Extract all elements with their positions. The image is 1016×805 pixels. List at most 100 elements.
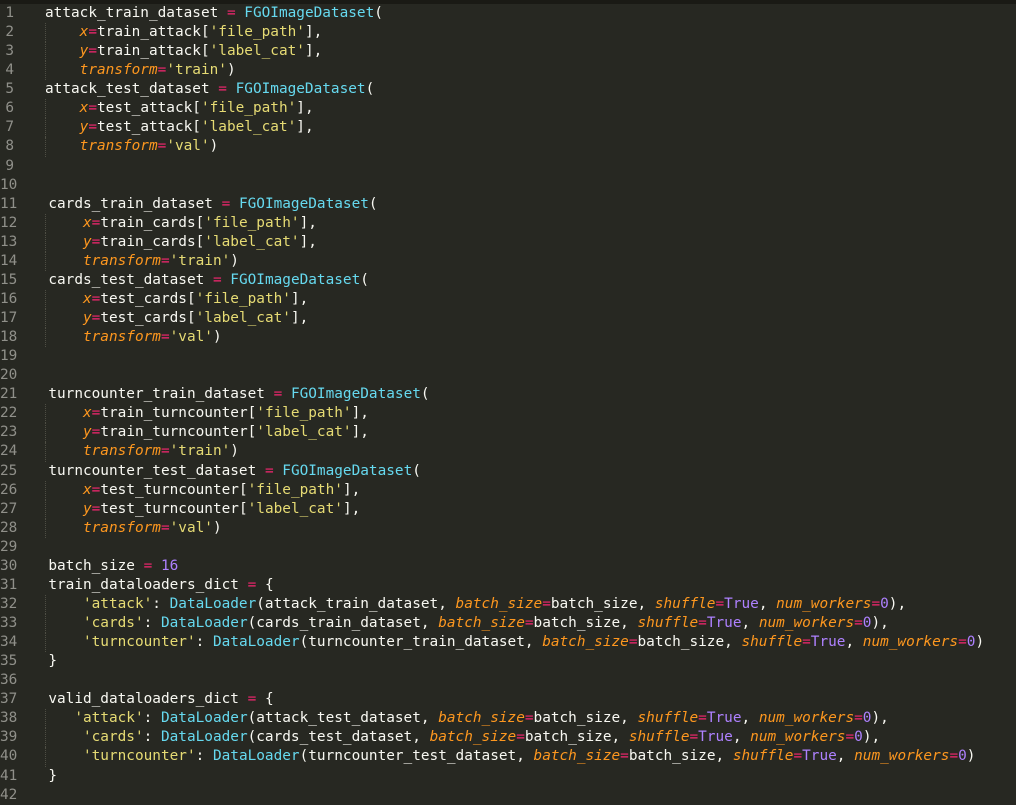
- code-line[interactable]: 24 transform='train'): [0, 442, 1016, 462]
- line-number[interactable]: 26: [0, 481, 17, 500]
- line-number[interactable]: 17: [0, 309, 17, 328]
- line-number[interactable]: 41: [0, 767, 17, 786]
- line-number[interactable]: 4: [0, 61, 14, 80]
- code-line[interactable]: 6 x=test_attack['file_path'],: [0, 99, 1016, 119]
- line-number[interactable]: 8: [0, 137, 14, 156]
- line-number[interactable]: 29: [0, 538, 17, 557]
- line-number[interactable]: 36: [0, 671, 17, 690]
- code-line[interactable]: 16 x=test_cards['file_path'],: [0, 289, 1016, 310]
- line-number[interactable]: 34: [0, 633, 17, 652]
- line-number[interactable]: 9: [0, 157, 14, 176]
- code-line[interactable]: 36: [0, 671, 1016, 690]
- code-line[interactable]: 25 turncounter_test_dataset = FGOImageDat…: [0, 462, 1016, 481]
- code-lines[interactable]: 1 attack_train_dataset = FGOImageDataset(…: [0, 4, 1016, 805]
- line-number[interactable]: 35: [0, 652, 17, 671]
- line-number[interactable]: 25: [0, 462, 17, 481]
- code-text: x=train_attack['file_path'],: [45, 23, 323, 42]
- code-line[interactable]: 2 x=train_attack['file_path'],: [0, 23, 1016, 43]
- code-line[interactable]: 37 valid_dataloaders_dict = {: [0, 690, 1016, 709]
- code-line[interactable]: 42: [0, 786, 1016, 805]
- code-line[interactable]: 19: [0, 347, 1016, 366]
- line-number[interactable]: 20: [0, 366, 17, 385]
- code-line[interactable]: 11 cards_train_dataset = FGOImageDataset(: [0, 195, 1016, 214]
- line-number[interactable]: 33: [0, 614, 17, 633]
- code-line[interactable]: 41}: [0, 767, 1016, 786]
- line-number[interactable]: 2: [0, 23, 14, 42]
- line-number[interactable]: 42: [0, 786, 17, 805]
- code-line[interactable]: 29: [0, 538, 1016, 557]
- line-number[interactable]: 5: [0, 80, 14, 99]
- line-number[interactable]: 19: [0, 347, 17, 366]
- line-number[interactable]: 14: [0, 252, 17, 271]
- code-line[interactable]: 28 transform='val'): [0, 518, 1016, 538]
- line-number[interactable]: 28: [0, 519, 17, 538]
- code-token: =: [88, 24, 97, 41]
- code-token: =: [516, 729, 525, 746]
- line-number[interactable]: 15: [0, 271, 17, 290]
- code-token: True: [802, 748, 837, 765]
- line-number[interactable]: 24: [0, 442, 17, 461]
- code-line[interactable]: 33 'cards': DataLoader(cards_train_datas…: [0, 614, 1016, 634]
- code-line[interactable]: 9: [0, 157, 1016, 176]
- code-line[interactable]: 22 x=train_turncounter['file_path'],: [0, 404, 1016, 424]
- line-number[interactable]: 7: [0, 118, 14, 137]
- code-token: DataLoader: [160, 615, 248, 631]
- code-line[interactable]: 10: [0, 176, 1016, 195]
- code-line[interactable]: 38 'attack': DataLoader(attack_test_data…: [0, 709, 1016, 729]
- code-token: shuffle: [628, 729, 690, 746]
- code-line[interactable]: 12 x=train_cards['file_path'],: [0, 213, 1016, 233]
- line-number[interactable]: 31: [0, 576, 17, 595]
- line-number[interactable]: 18: [0, 328, 17, 347]
- line-number[interactable]: 40: [0, 747, 17, 766]
- line-number[interactable]: 3: [0, 42, 14, 61]
- code-line[interactable]: 14 transform='train'): [0, 251, 1016, 271]
- code-line[interactable]: 17 y=test_cards['label_cat'],: [0, 309, 1016, 329]
- line-number[interactable]: 13: [0, 233, 17, 252]
- line-number[interactable]: 39: [0, 728, 17, 747]
- line-number[interactable]: 1: [0, 4, 14, 23]
- code-line[interactable]: 35}: [0, 652, 1016, 671]
- code-token: 'file_path': [256, 405, 352, 422]
- code-line[interactable]: 34 'turncounter': DataLoader(turncounter…: [0, 633, 1016, 653]
- code-line[interactable]: 4 transform='train'): [0, 61, 1016, 81]
- code-line[interactable]: 1 attack_train_dataset = FGOImageDataset(: [0, 4, 1016, 23]
- code-line[interactable]: 13 y=train_cards['label_cat'],: [0, 232, 1016, 252]
- line-number[interactable]: 27: [0, 500, 17, 519]
- line-number[interactable]: 6: [0, 99, 14, 118]
- line-number[interactable]: 10: [0, 176, 17, 195]
- code-line[interactable]: 30 batch_size = 16: [0, 557, 1016, 576]
- line-number[interactable]: 32: [0, 595, 17, 614]
- code-line[interactable]: 39 'cards': DataLoader(cards_test_datase…: [0, 728, 1016, 748]
- code-token: transform: [79, 138, 158, 155]
- code-line[interactable]: 32 'attack': DataLoader(attack_train_dat…: [0, 594, 1016, 615]
- line-number[interactable]: 12: [0, 214, 17, 233]
- code-line[interactable]: 40 'turncounter': DataLoader(turncounter…: [0, 747, 1016, 767]
- line-number[interactable]: 37: [0, 690, 17, 709]
- code-line[interactable]: 21 turncounter_train_dataset = FGOImageDa…: [0, 385, 1016, 404]
- line-number[interactable]: 23: [0, 423, 17, 442]
- code-line[interactable]: 7 y=test_attack['label_cat'],: [0, 118, 1016, 138]
- code-text: train_dataloaders_dict = {: [48, 576, 273, 595]
- code-line[interactable]: 26 x=test_turncounter['file_path'],: [0, 480, 1016, 500]
- code-line[interactable]: 3 y=train_attack['label_cat'],: [0, 42, 1016, 62]
- line-number[interactable]: 21: [0, 385, 17, 404]
- line-number[interactable]: 22: [0, 404, 17, 423]
- code-line[interactable]: 31 train_dataloaders_dict = {: [0, 576, 1016, 595]
- code-line[interactable]: 8 transform='val'): [0, 137, 1016, 157]
- code-line[interactable]: 5 attack_test_dataset = FGOImageDataset(: [0, 80, 1016, 99]
- code-token: =: [157, 138, 167, 155]
- code-token: x: [82, 405, 92, 422]
- code-token: =: [793, 748, 803, 765]
- code-line[interactable]: 15 cards_test_dataset = FGOImageDataset(: [0, 271, 1016, 290]
- line-number[interactable]: 16: [0, 290, 17, 309]
- code-line[interactable]: 23 y=train_turncounter['label_cat'],: [0, 423, 1016, 443]
- line-number[interactable]: 11: [0, 195, 17, 214]
- code-line[interactable]: 18 transform='val'): [0, 328, 1016, 348]
- code-line[interactable]: 27 y=test_turncounter['label_cat'],: [0, 499, 1016, 519]
- code-token: ): [975, 634, 985, 651]
- code-line[interactable]: 20: [0, 366, 1016, 385]
- line-number[interactable]: 30: [0, 557, 17, 576]
- line-number[interactable]: 38: [0, 709, 17, 728]
